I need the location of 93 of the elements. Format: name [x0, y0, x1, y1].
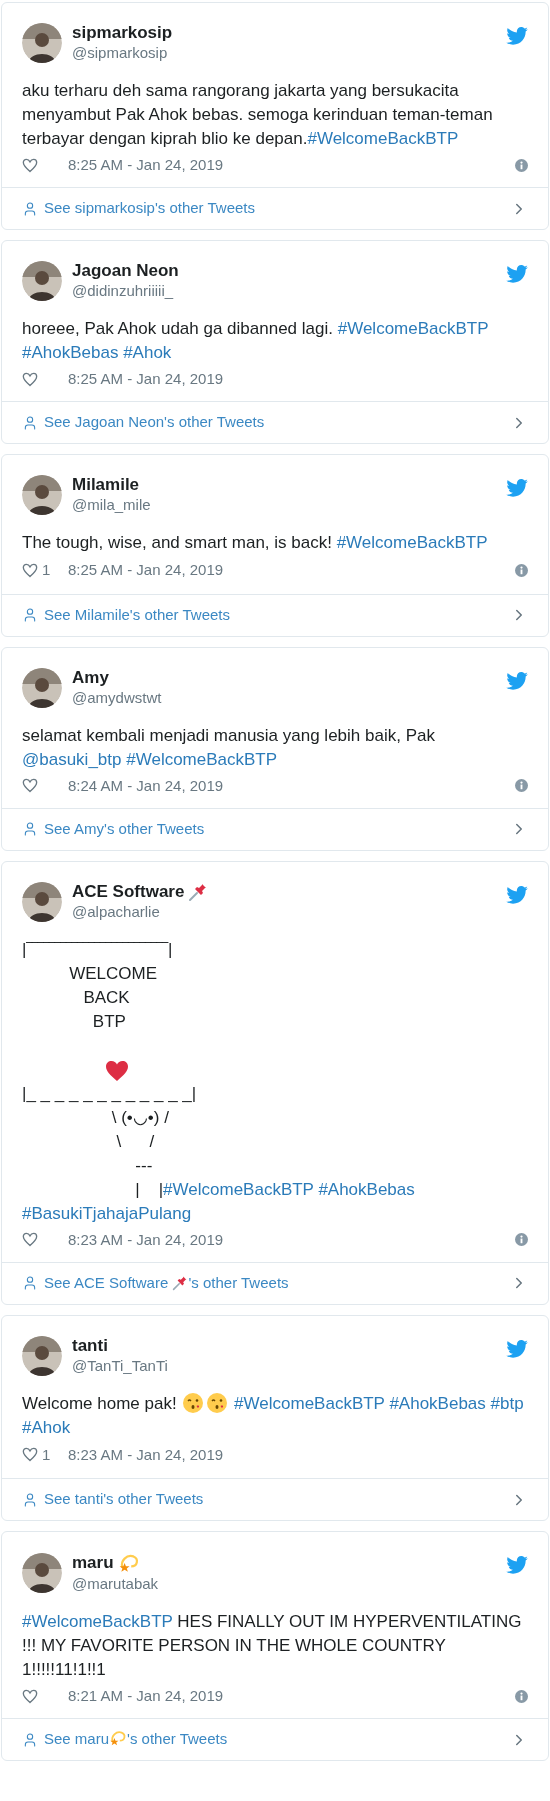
tweet-text: BTP: [91, 1010, 127, 1033]
user-name[interactable]: Milamile: [72, 475, 140, 495]
info-icon[interactable]: [515, 779, 528, 792]
user-icon: [22, 821, 38, 837]
hashtag-link[interactable]: #WelcomeBackBTP: [337, 319, 489, 338]
tweet-time[interactable]: 8:23 AM - Jan 24, 2019: [68, 1444, 224, 1465]
tweet-text: Welcome home pak! #WelcomeBackBTP #AhokBebas #btp #Ahok: [22, 1391, 525, 1439]
heart-icon[interactable]: [22, 562, 38, 578]
bird-icon[interactable]: [506, 27, 528, 45]
tweet-time[interactable]: 8:24 AM - Jan 24, 2019: [68, 775, 224, 796]
other-tweets-link[interactable]: See ACE Software 's other Tweets: [2, 1261, 548, 1304]
other-tweets-link[interactable]: See maru 's other Tweets: [2, 1718, 548, 1760]
heart-icon[interactable]: [22, 157, 38, 173]
user-name[interactable]: tanti: [72, 1335, 108, 1356]
user-handle[interactable]: @amydwstwt: [72, 687, 162, 708]
user-icon: [22, 1275, 38, 1291]
like-count: 1: [42, 561, 51, 578]
tweet-text: ---: [134, 1154, 154, 1177]
user-name[interactable]: sipmarkosip: [72, 23, 173, 43]
hashtag-link[interactable]: #Ahok: [123, 343, 172, 362]
user-name[interactable]: maru: [72, 1553, 114, 1573]
tweet-text: \ (•◡•) /: [110, 1106, 170, 1129]
pushpin-emoji-icon: [188, 881, 209, 902]
other-tweets-link[interactable]: See sipmarkosip's other Tweets: [2, 187, 548, 229]
user-icon: [22, 414, 38, 431]
user-handle[interactable]: @sipmarkosip: [72, 43, 173, 63]
bird-icon[interactable]: [506, 1556, 528, 1574]
hashtag-link[interactable]: #WelcomeBackBTP: [307, 129, 459, 148]
hashtag-link[interactable]: #WelcomeBackBTP: [22, 1612, 173, 1631]
user-handle[interactable]: @didinzuhriiiii_: [72, 281, 179, 301]
heart-icon[interactable]: [22, 1232, 38, 1247]
heart-icon[interactable]: [22, 1688, 38, 1704]
hashtag-link[interactable]: #BasukiTjahajaPulang: [22, 1203, 192, 1223]
kissing-face-emoji-icon: [182, 1391, 205, 1414]
bird-icon[interactable]: [506, 885, 528, 904]
tweet-text: aku terharu deh sama rangorang jakarta yang bersukacita menyambut Pak Ahok bebas. semoga kerinduan teman-teman terbayar dengan kiprah blio ke depan.#WelcomeBackBTP: [22, 80, 494, 150]
tweet-text: The tough, wise, and smart man, is back! #WelcomeBackBTP: [22, 532, 489, 554]
hashtag-link[interactable]: #WelcomeBackBTP: [336, 533, 488, 552]
user-icon: [22, 1731, 38, 1748]
bird-icon[interactable]: [506, 265, 528, 283]
info-icon[interactable]: [515, 563, 528, 577]
bird-icon[interactable]: [506, 1339, 528, 1358]
hashtag-link[interactable]: #Ahok: [22, 1417, 71, 1437]
tweet-text: #WelcomeBackBTP HES FINALLY OUT IM HYPERVENTILATING !!! MY FAVORITE PERSON IN THE WHOLE COUNTRY 1!!!!!11!1!!1: [22, 1611, 523, 1681]
user-handle[interactable]: @TanTi_TanTi: [72, 1355, 168, 1376]
user-icon: [22, 200, 38, 217]
mention-link[interactable]: @basuki_btp: [22, 749, 122, 769]
hashtag-link[interactable]: #AhokBebas: [22, 343, 119, 362]
tweet-text: |_ _ _ _ _ _ _ _ _ _ _ _|: [22, 1082, 198, 1105]
tweet-time[interactable]: 8:21 AM - Jan 24, 2019: [68, 1686, 224, 1706]
user-handle[interactable]: @marutabak: [72, 1574, 159, 1594]
user-icon: [22, 607, 38, 623]
hashtag-link[interactable]: #AhokBebas: [318, 1179, 415, 1199]
tweet-text: BACK: [82, 986, 131, 1009]
info-icon[interactable]: [515, 1233, 528, 1246]
hashtag-link[interactable]: #WelcomeBackBTP: [126, 749, 278, 769]
hashtag-link[interactable]: #WelcomeBackBTP: [234, 1393, 385, 1413]
tweet-time[interactable]: 8:25 AM - Jan 24, 2019: [68, 560, 224, 581]
tweet-text: |‾‾‾‾‾‾‾‾‾‾‾‾‾‾‾‾‾‾‾‾‾‾‾‾‾|: [22, 938, 174, 961]
hashtag-link[interactable]: #btp: [490, 1393, 524, 1413]
info-icon[interactable]: [515, 158, 528, 172]
heart-icon[interactable]: [22, 371, 38, 387]
other-tweets-link[interactable]: See Milamile's other Tweets: [2, 593, 548, 636]
tweet-text: WELCOME: [68, 962, 159, 985]
heart-icon[interactable]: [22, 1447, 38, 1463]
info-icon[interactable]: [515, 1689, 528, 1703]
heart-icon[interactable]: [22, 778, 38, 793]
other-tweets-link[interactable]: See Jagoan Neon's other Tweets: [2, 401, 548, 443]
tweet-time[interactable]: 8:23 AM - Jan 24, 2019: [68, 1229, 224, 1250]
bird-icon[interactable]: [506, 671, 528, 690]
bird-icon[interactable]: [506, 479, 528, 497]
kissing-face-emoji-icon: [206, 1391, 229, 1414]
tweet-time[interactable]: 8:25 AM - Jan 24, 2019: [68, 369, 224, 389]
star-swirl-emoji-icon: [117, 1552, 140, 1574]
other-tweets-link[interactable]: See Amy's other Tweets: [2, 807, 548, 850]
user-handle[interactable]: @alpacharlie: [72, 901, 209, 922]
tweet-text: | |#WelcomeBackBTP #AhokBebas #BasukiTjahajaPulang: [22, 1178, 416, 1225]
tweet-text: horeee, Pak Ahok udah ga dibanned lagi. #WelcomeBackBTP #AhokBebas #Ahok: [22, 318, 490, 364]
tweet-text: \ /: [115, 1130, 156, 1153]
user-handle[interactable]: @mila_mile: [72, 495, 151, 515]
other-tweets-link[interactable]: See tanti's other Tweets: [2, 1478, 548, 1520]
pushpin-emoji-icon: [172, 1274, 189, 1291]
heart-emoji-icon: [105, 1059, 129, 1082]
user-name[interactable]: ACE Software: [72, 881, 185, 902]
star-swirl-emoji-icon: [109, 1729, 128, 1748]
hashtag-link[interactable]: #WelcomeBackBTP: [163, 1179, 314, 1199]
hashtag-link[interactable]: #AhokBebas: [389, 1393, 486, 1413]
user-name[interactable]: Jagoan Neon: [72, 261, 179, 281]
user-name[interactable]: Amy: [72, 667, 109, 688]
tweet-time[interactable]: 8:25 AM - Jan 24, 2019: [68, 155, 224, 175]
tweet-text: selamat kembali menjadi manusia yang lebih baik, Pak @basuki_btp #WelcomeBackBTP: [22, 724, 436, 771]
like-count: 1: [42, 1445, 51, 1463]
user-icon: [22, 1491, 38, 1508]
